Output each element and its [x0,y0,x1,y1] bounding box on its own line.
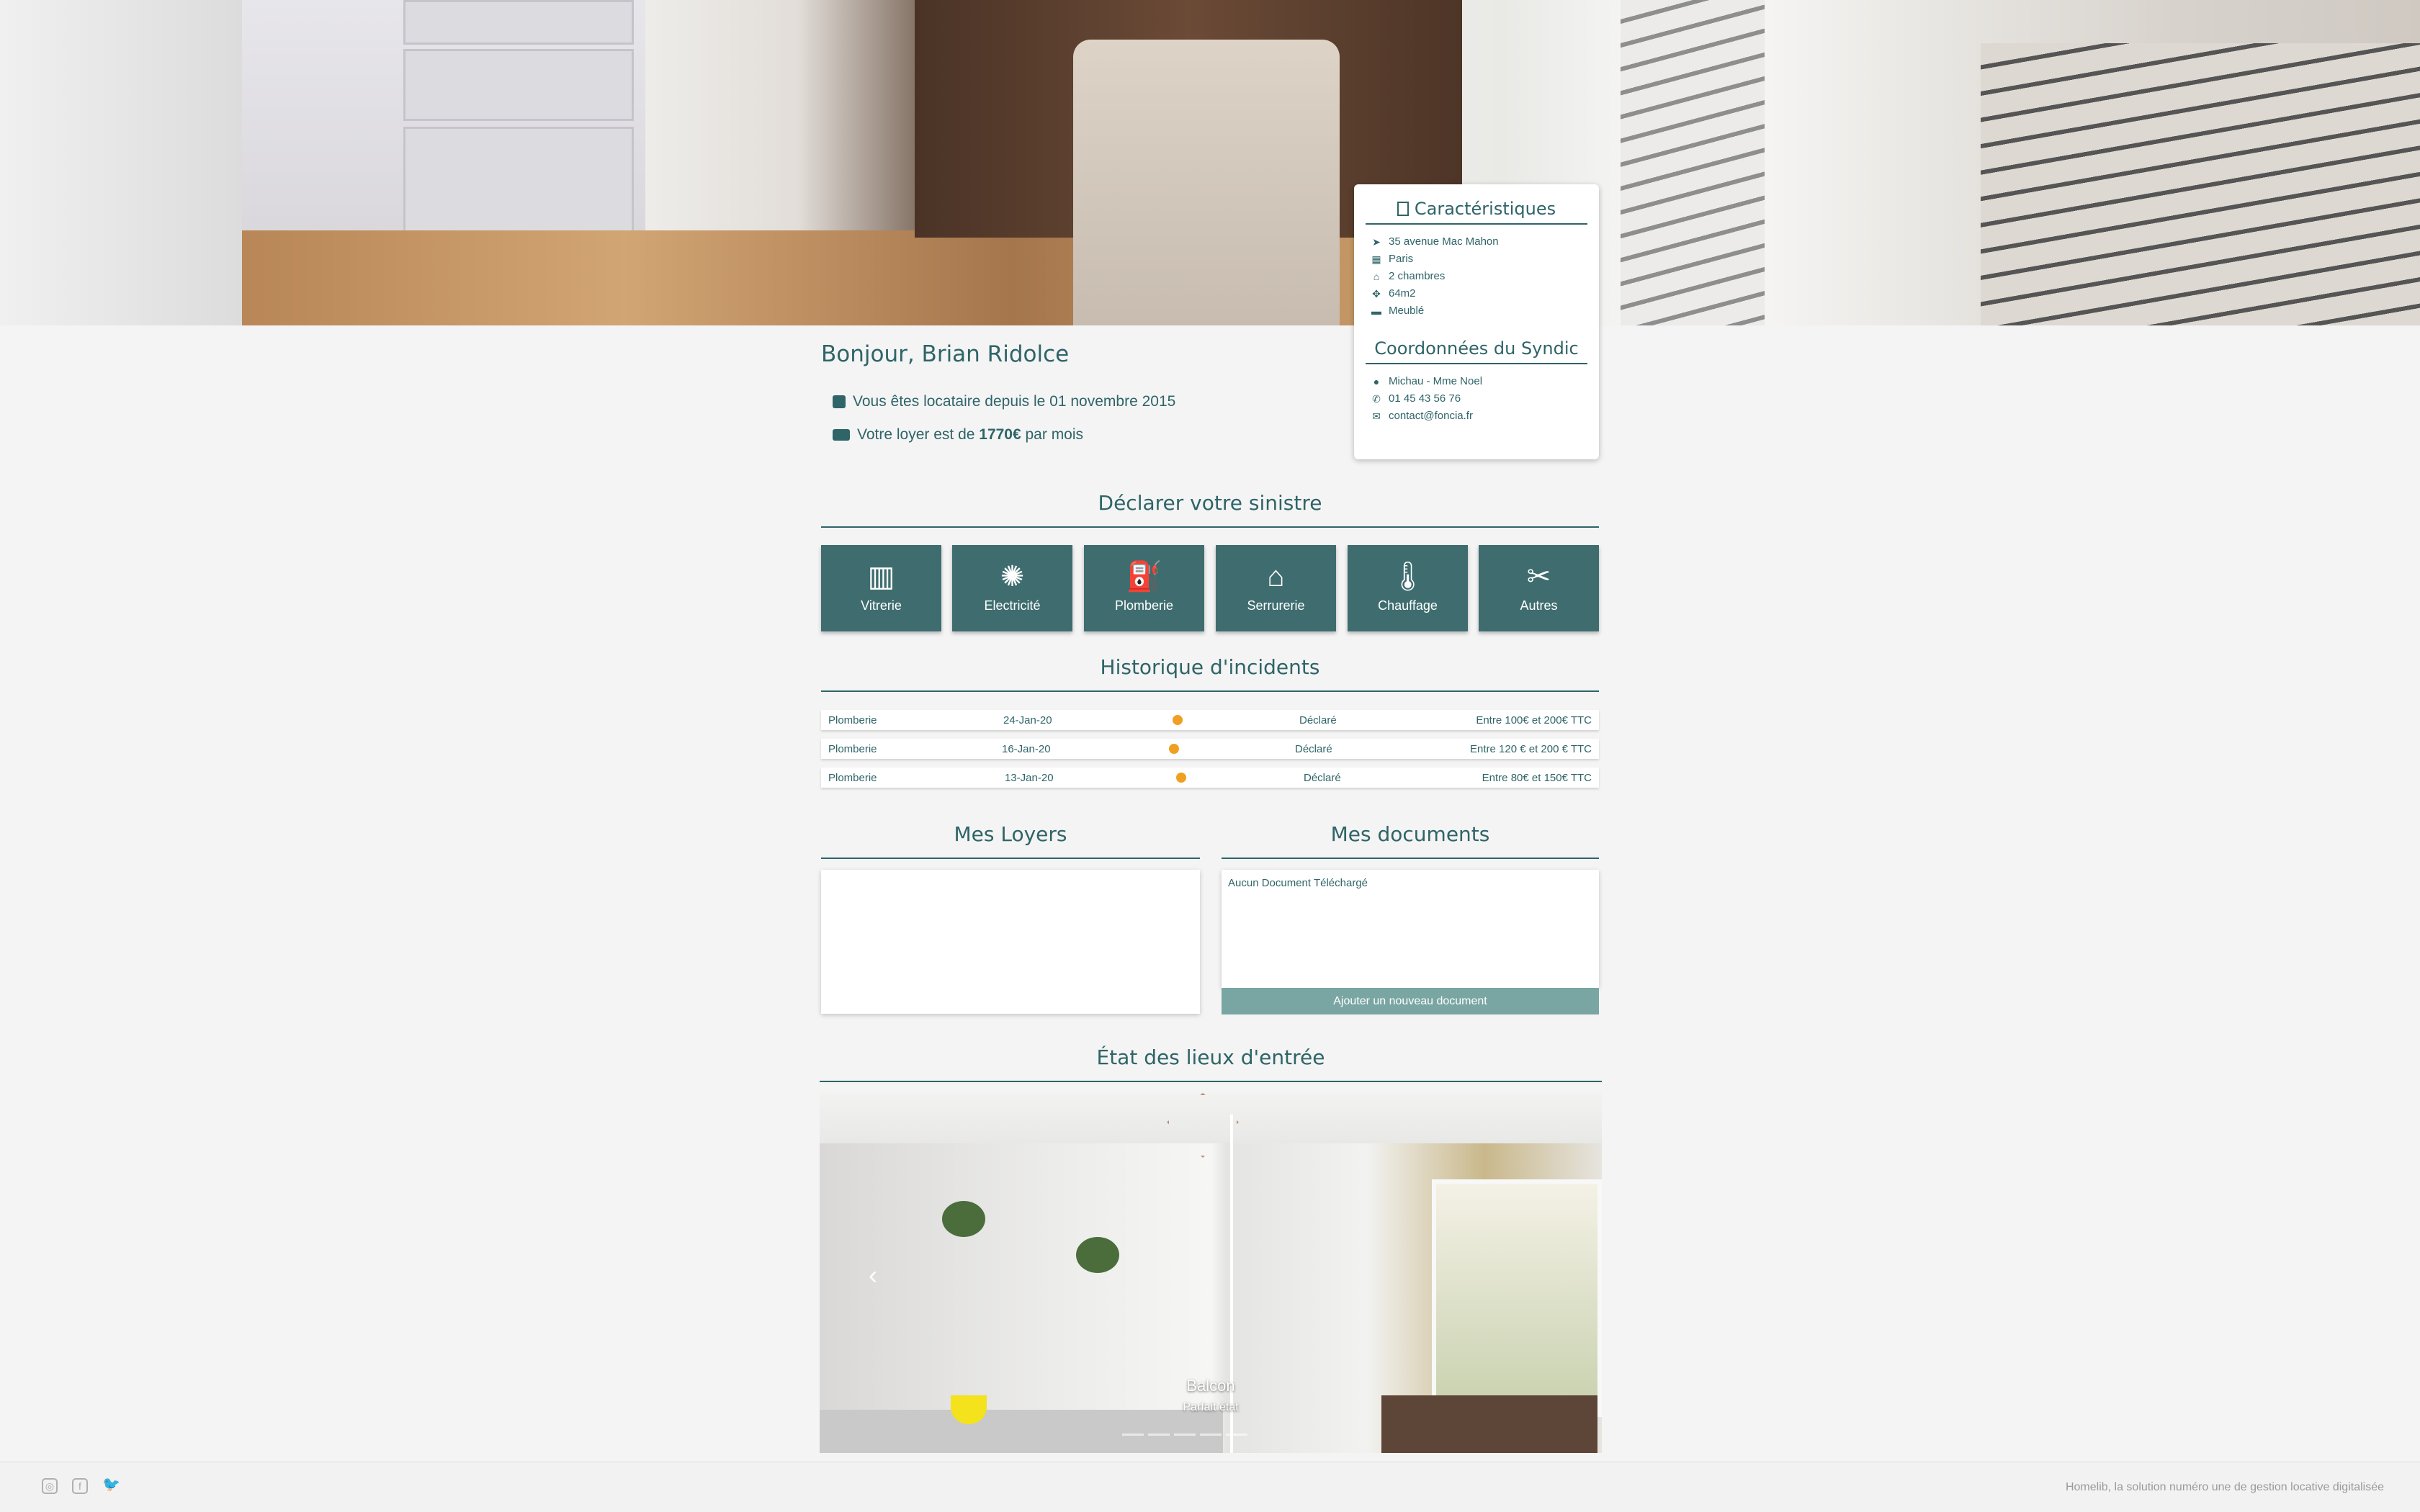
incident-type: Plomberie [828,772,877,784]
slide-subtitle: Parfait état [1183,1401,1239,1413]
tile-electricite[interactable]: ✺ Electricité [952,545,1072,631]
etat-carousel[interactable]: ‹ Balcon Parfait état [820,1093,1602,1453]
loyers-title: Mes Loyers [954,822,1067,846]
etat-title: État des lieux d'entrée [1096,1045,1325,1069]
documents-divider [1222,858,1599,859]
window-icon: ▥ [867,561,895,593]
history-divider [821,690,1599,692]
envelope-icon: ✉ [1372,410,1381,422]
info-icon[interactable] [1176,773,1186,783]
declare-title: Déclarer votre sinistre [1098,491,1322,515]
greeting: Bonjour, Brian Ridolce [821,341,1070,367]
declare-divider [821,526,1599,528]
incident-status: Déclaré [1299,714,1337,726]
facebook-icon[interactable]: f [72,1478,88,1494]
couch-icon: ▬ [1371,305,1381,317]
incident-status: Déclaré [1295,743,1332,755]
tools-icon: ✂ [1526,561,1551,593]
user-icon: ● [1373,376,1380,387]
incident-status: Déclaré [1304,772,1341,784]
incident-cost: Entre 80€ et 150€ TTC [1482,772,1592,784]
rent-amount-line: Votre loyer est de 1770€ par mois [833,426,1083,444]
rent-amount: 1770€ [979,426,1021,443]
carousel-prev-icon[interactable]: ‹ [869,1260,877,1290]
furnished-row: ▬ Meublé [1366,302,1587,320]
tile-chauffage[interactable]: 🌡 Chauffage [1348,545,1468,631]
city-icon: ▦ [1371,253,1381,265]
incident-row[interactable]: Plomberie 16-Jan-20 Déclaré Entre 120 € … [821,739,1599,759]
address-row: ➤ 35 avenue Mac Mahon [1366,233,1587,251]
arrows-icon: ✥ [1372,288,1381,300]
tile-serrurerie[interactable]: ⌂ Serrurerie [1216,545,1336,631]
add-document-button[interactable]: Ajouter un nouveau document [1222,988,1599,1014]
incident-type: Plomberie [828,714,877,726]
incident-row[interactable]: Plomberie 13-Jan-20 Déclaré Entre 80€ et… [821,768,1599,788]
documents-panel: Aucun Document Téléchargé [1222,870,1599,988]
syndic-name-row: ● Michau - Mme Noel [1366,373,1587,390]
incident-row[interactable]: Plomberie 24-Jan-20 Déclaré Entre 100€ e… [821,710,1599,730]
tile-vitrerie[interactable]: ▥ Vitrerie [821,545,941,631]
house-lock-icon: ⌂ [1267,561,1285,593]
history-title: Historique d'incidents [1100,655,1320,679]
syndic-title: Coordonnées du Syndic [1366,338,1587,364]
phone-icon: ✆ [1372,393,1381,405]
building-icon [1397,202,1409,216]
surface-row: ✥ 64m2 [1366,285,1587,302]
loyers-divider [821,858,1200,859]
thermometer-icon: 🌡 [1389,561,1426,593]
etat-divider [820,1081,1602,1082]
hero-banner-image [0,0,2420,325]
syndic-email-row[interactable]: ✉ contact@foncia.fr [1366,408,1587,425]
faucet-icon: ⛽ [1126,561,1162,593]
lightbulb-icon: ✺ [1000,561,1025,593]
location-arrow-icon: ➤ [1372,236,1381,248]
property-card: Caractéristiques ➤ 35 avenue Mac Mahon ▦ P… [1354,184,1599,459]
city-row: ▦ Paris [1366,251,1587,268]
incident-date: 24-Jan-20 [1003,714,1052,726]
bedrooms-row: ⌂ 2 chambres [1366,268,1587,285]
home-icon: ⌂ [1373,271,1380,282]
tile-plomberie[interactable]: ⛽ Plomberie [1084,545,1204,631]
incident-cost: Entre 120 € et 200 € TTC [1470,743,1592,755]
footer-tagline: Homelib, la solution numéro une de gesti… [2065,1481,2384,1493]
tile-autres[interactable]: ✂ Autres [1479,545,1599,631]
loyers-panel [821,870,1200,1014]
footer: ◎ f 🐦 Homelib, la solution numéro une de… [0,1462,2420,1512]
twitter-icon[interactable]: 🐦 [102,1477,120,1494]
incident-date: 13-Jan-20 [1005,772,1054,784]
incident-type: Plomberie [828,743,877,755]
money-bill-icon [833,429,850,441]
info-icon[interactable] [1169,744,1179,754]
incident-date: 16-Jan-20 [1002,743,1051,755]
characteristics-title: Caractéristiques [1366,199,1587,225]
no-documents-text: Aucun Document Téléchargé [1228,877,1368,889]
slide-title: Balcon [1186,1377,1235,1395]
instagram-icon[interactable]: ◎ [42,1478,58,1494]
calendar-check-icon [833,395,846,408]
info-icon[interactable] [1173,715,1183,725]
tenant-since: Vous êtes locataire depuis le 01 novembr… [833,393,1175,410]
incident-cost: Entre 100€ et 200€ TTC [1476,714,1592,726]
documents-title: Mes documents [1330,822,1490,846]
syndic-phone-row[interactable]: ✆ 01 45 43 56 76 [1366,390,1587,408]
carousel-indicators[interactable] [1122,1434,1247,1436]
